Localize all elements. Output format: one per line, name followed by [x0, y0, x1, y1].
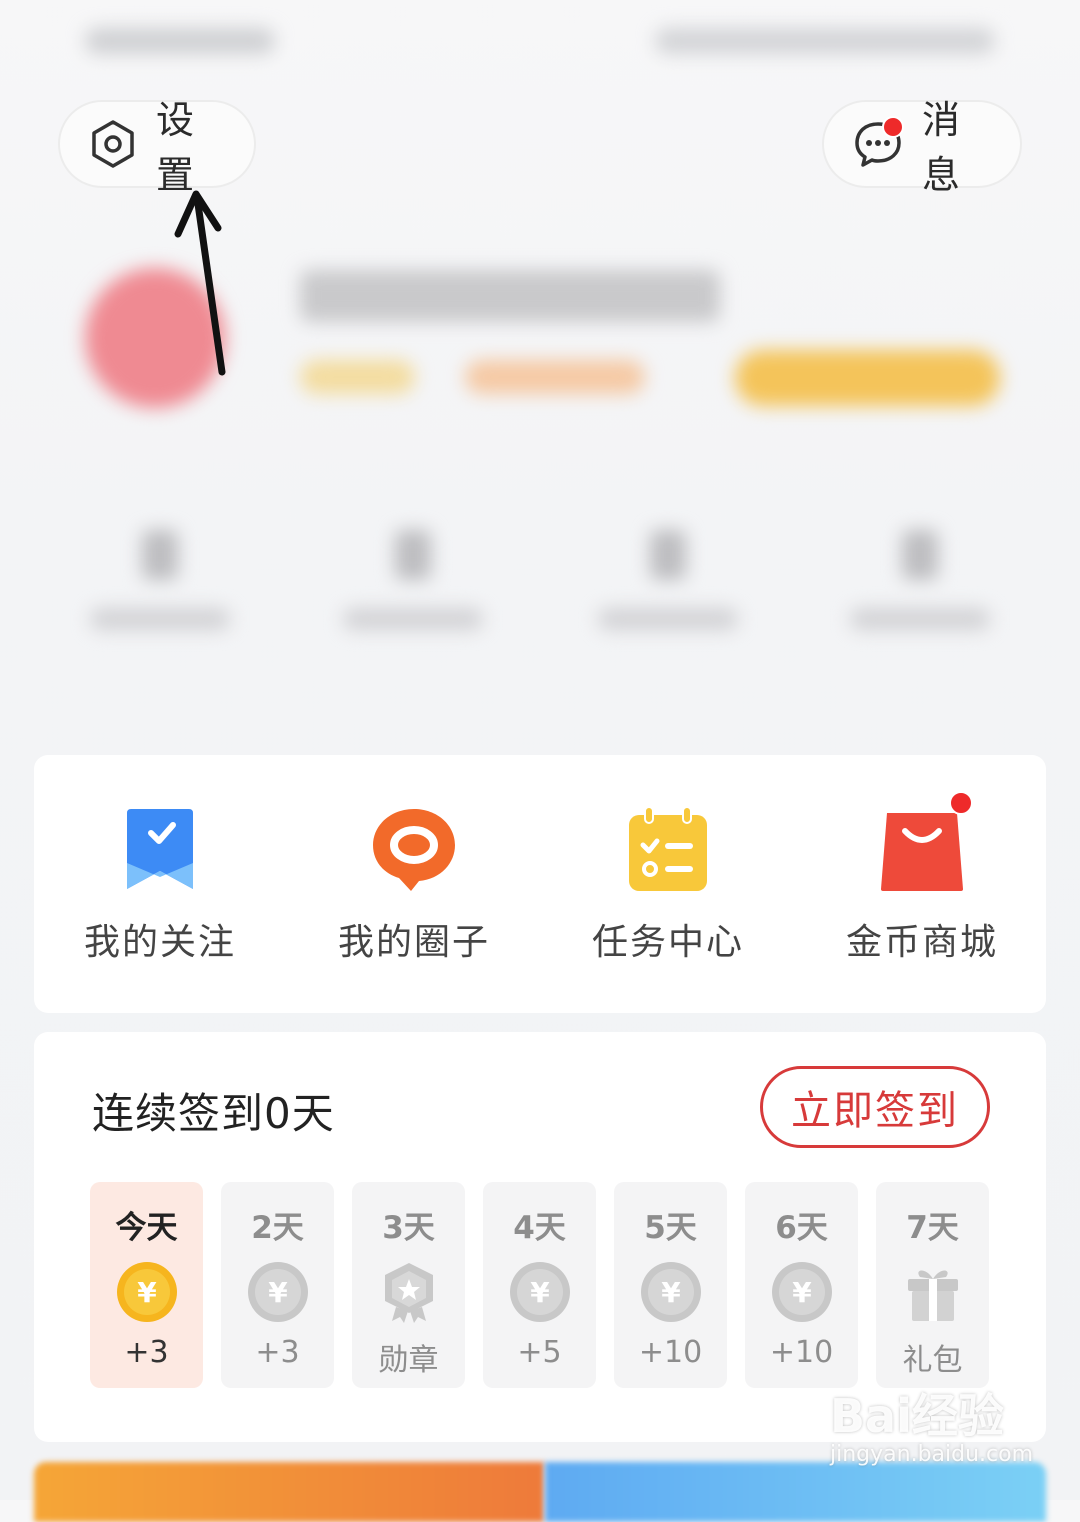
unread-dot	[882, 116, 904, 138]
svg-text:¥: ¥	[268, 1276, 288, 1309]
shortcut-label: 我的圈子	[337, 922, 490, 963]
watermark: Bai经验 jingyan.baidu.com	[830, 1380, 1040, 1480]
notification-dot	[949, 791, 973, 815]
coin-icon: ¥	[640, 1262, 701, 1322]
coin-icon: ¥	[771, 1262, 832, 1322]
stat-item[interactable]	[840, 530, 1000, 640]
day-label: 2天	[251, 1210, 304, 1246]
message-bubble-icon	[852, 116, 904, 170]
shortcut-my-circles[interactable]: 我的圈子	[314, 805, 514, 965]
shortcut-my-follows[interactable]: 我的关注	[60, 805, 260, 965]
level-chip	[300, 360, 415, 394]
day-label: 3天	[382, 1210, 435, 1246]
vip-banner[interactable]	[735, 350, 1000, 406]
promo-banner-left[interactable]	[34, 1462, 544, 1522]
sign-day[interactable]: 5天 ¥ +10	[614, 1182, 727, 1388]
watermark-logo: Bai经验	[830, 1389, 1004, 1443]
day-label: 5天	[644, 1210, 697, 1246]
settings-button[interactable]: 设置	[58, 98, 256, 197]
coin-icon: ¥	[509, 1262, 570, 1322]
shortcut-task-center[interactable]: 任务中心	[568, 805, 768, 965]
stat-item[interactable]	[588, 530, 748, 640]
svg-text:¥: ¥	[792, 1276, 812, 1309]
day-label: 4天	[513, 1210, 566, 1246]
day-reward: +10	[638, 1335, 703, 1370]
day-label: 7天	[906, 1210, 959, 1246]
bookmark-check-icon	[115, 805, 205, 895]
sign-day[interactable]: 6天 ¥ +10	[745, 1182, 858, 1388]
sign-day[interactable]: 4天 ¥ +5	[483, 1182, 596, 1388]
coin-chip	[465, 360, 645, 394]
shopping-bag-icon	[877, 791, 973, 895]
annotation-arrow	[174, 190, 226, 376]
chat-circle-icon	[369, 805, 459, 895]
settings-label: 设置	[156, 98, 195, 197]
shortcut-label: 任务中心	[591, 922, 744, 963]
task-calendar-icon	[623, 805, 713, 895]
watermark-url: jingyan.baidu.com	[830, 1442, 1034, 1467]
sign-day[interactable]: 3天 勋章	[352, 1182, 465, 1388]
messages-button[interactable]: 消息	[822, 98, 1022, 197]
day-reward: 勋章	[378, 1343, 439, 1378]
gift-icon	[907, 1270, 958, 1321]
day-label: 6天	[775, 1210, 828, 1246]
sign-day[interactable]: 7天 礼包	[876, 1182, 989, 1388]
stat-item[interactable]	[80, 530, 240, 640]
svg-text:¥: ¥	[530, 1276, 550, 1309]
sign-in-button[interactable]: 立即签到	[760, 1066, 990, 1148]
day-reward: +5	[517, 1335, 562, 1370]
coin-icon: ¥	[247, 1262, 308, 1322]
sign-in-title: 连续签到0天	[92, 1089, 335, 1138]
day-reward: +10	[769, 1335, 834, 1370]
svg-text:¥: ¥	[661, 1276, 681, 1309]
stat-item[interactable]	[333, 530, 493, 640]
shortcut-label: 我的关注	[83, 922, 236, 963]
username	[300, 270, 720, 322]
gear-icon	[88, 119, 138, 169]
shortcut-label: 金币商城	[845, 922, 998, 963]
status-bar-left	[85, 28, 275, 54]
shortcut-coin-mall[interactable]: 金币商城	[822, 791, 1022, 965]
shortcuts-card: 我的关注 我的圈子 任务中心 金币商城	[34, 755, 1046, 1013]
day-reward: +3	[255, 1335, 300, 1370]
day-reward: +3	[124, 1335, 169, 1370]
status-bar-right	[655, 28, 995, 54]
day-reward: 礼包	[902, 1343, 963, 1378]
medal-icon	[384, 1263, 433, 1323]
messages-label: 消息	[922, 98, 961, 197]
coin-icon: ¥	[116, 1262, 177, 1322]
svg-text:¥: ¥	[137, 1276, 157, 1309]
day-label: 今天	[115, 1210, 178, 1246]
sign-day-today[interactable]: 今天 ¥ +3	[90, 1182, 203, 1388]
sign-day[interactable]: 2天 ¥ +3	[221, 1182, 334, 1388]
